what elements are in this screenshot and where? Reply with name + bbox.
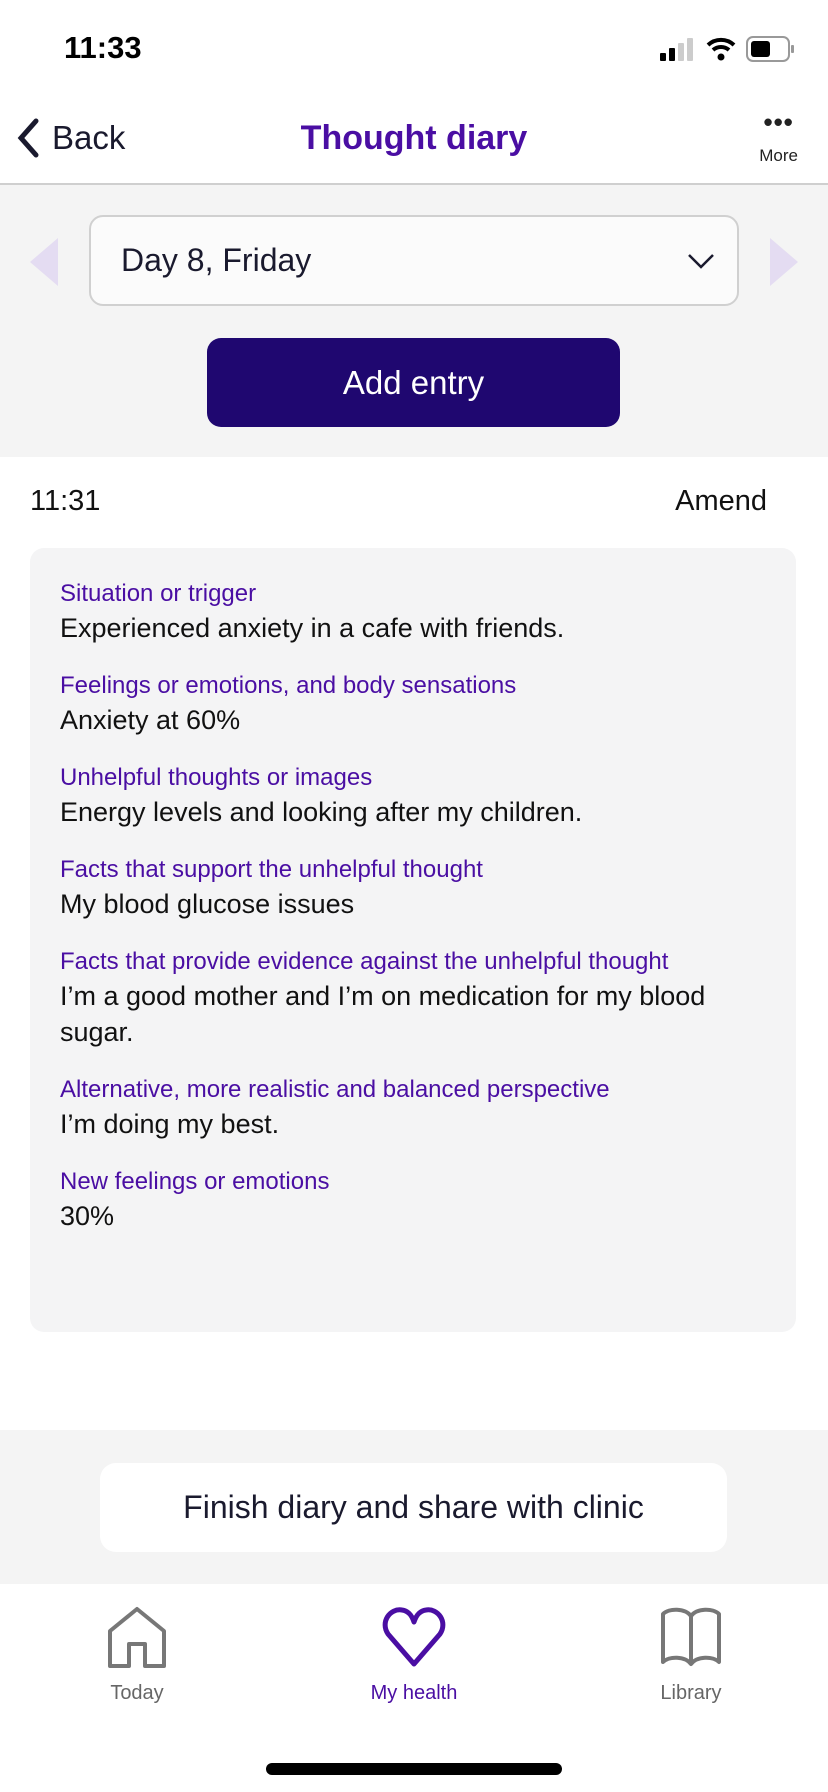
home-icon [108, 1607, 166, 1668]
field-label: Alternative, more realistic and balanced… [60, 1076, 610, 1103]
more-label: More [759, 146, 798, 165]
tab-my-health[interactable]: My health [314, 1606, 514, 1705]
entry-field: Feelings or emotions, and body sensation… [60, 670, 766, 738]
heart-icon [382, 1607, 446, 1667]
page-title: Thought diary [300, 119, 528, 157]
book-icon [661, 1607, 721, 1666]
field-label: Unhelpful thoughts or images [60, 764, 373, 791]
add-entry-button[interactable]: Add entry [207, 338, 620, 427]
entry-field: Facts that provide evidence against the … [60, 946, 766, 1050]
tab-label: Library [660, 1682, 722, 1704]
field-value: 30% [60, 1201, 115, 1231]
field-label: Situation or trigger [60, 580, 257, 607]
entry-field: New feelings or emotions 30% [60, 1166, 766, 1234]
chevron-down-icon [688, 253, 714, 269]
battery-icon [746, 36, 794, 62]
more-icon: ••• [763, 107, 794, 137]
signal-icon [660, 38, 693, 61]
field-value: I’m a good mother and I’m on medication … [60, 981, 706, 1047]
entry-card: Situation or trigger Experienced anxiety … [30, 548, 796, 1332]
entry-time: 11:31 [30, 485, 101, 517]
entry-field: Situation or trigger Experienced anxiety … [60, 578, 766, 646]
entry-field: Facts that support the unhelpful thought… [60, 854, 766, 922]
entry-field: Unhelpful thoughts or images Energy level… [60, 762, 766, 830]
day-dropdown[interactable]: Day 8, Friday [89, 215, 739, 306]
tab-label: Today [110, 1682, 164, 1704]
tab-label: My health [370, 1682, 458, 1704]
entry-field: Alternative, more realistic and balanced… [60, 1074, 766, 1142]
home-indicator [266, 1763, 562, 1775]
field-label: Facts that support the unhelpful thought [60, 856, 483, 883]
field-value: Anxiety at 60% [60, 705, 241, 735]
tab-library[interactable]: Library [591, 1606, 791, 1705]
amend-button[interactable]: Amend [675, 485, 767, 518]
field-label: Facts that provide evidence against the … [60, 948, 669, 975]
field-label: Feelings or emotions, and body sensation… [60, 672, 517, 699]
status-icons [660, 36, 794, 62]
finish-diary-button[interactable]: Finish diary and share with clinic [100, 1463, 727, 1552]
field-value: I’m doing my best. [60, 1109, 280, 1139]
field-value: Energy levels and looking after my child… [60, 797, 583, 827]
wifi-icon [706, 37, 736, 61]
status-time: 11:33 [64, 30, 142, 65]
field-value: My blood glucose issues [60, 889, 355, 919]
tab-today[interactable]: Today [37, 1606, 237, 1705]
field-value: Experienced anxiety in a cafe with frien… [60, 613, 565, 643]
next-day-button[interactable] [770, 238, 798, 286]
field-label: New feelings or emotions [60, 1168, 330, 1195]
day-dropdown-value: Day 8, Friday [121, 242, 312, 278]
previous-day-button[interactable] [30, 238, 58, 286]
more-button[interactable]: ••• More [759, 107, 798, 166]
